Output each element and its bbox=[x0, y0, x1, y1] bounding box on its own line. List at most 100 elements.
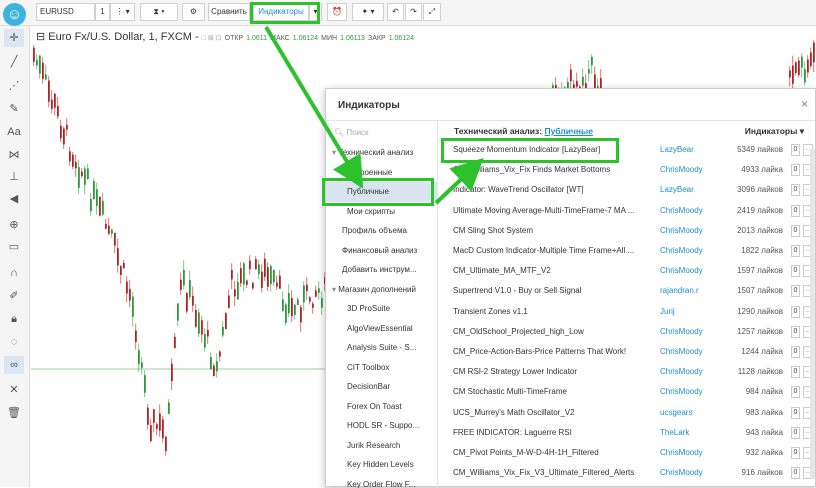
stay-drawing-icon[interactable]: ✐ bbox=[4, 287, 24, 305]
indicator-name[interactable]: Ultimate Moving Average-Multi-TimeFrame-… bbox=[453, 201, 645, 221]
add-count-button[interactable]: 0 bbox=[791, 467, 800, 479]
add-count-button[interactable]: 0 bbox=[791, 427, 800, 439]
add-count-button[interactable]: 0 bbox=[791, 346, 800, 358]
indicator-row[interactable]: UCS_Murrey's Math Oscillator_V2ucsgears9… bbox=[453, 403, 808, 423]
nav-item[interactable]: Forex On Toast bbox=[326, 397, 437, 417]
indicator-author[interactable]: ChrisMoody bbox=[660, 382, 720, 402]
add-count-button[interactable]: 0 bbox=[791, 205, 800, 217]
alert-icon[interactable]: ⏰ bbox=[327, 3, 347, 21]
tools-icon[interactable]: ✕ bbox=[4, 381, 24, 399]
indicator-author[interactable]: LazyBear bbox=[660, 140, 720, 160]
nav-item[interactable]: HODL SR - Suppo... bbox=[326, 416, 437, 436]
link-icon[interactable]: ∞ bbox=[4, 356, 24, 374]
indicator-author[interactable]: ChrisMoody bbox=[660, 241, 720, 261]
indicator-author[interactable]: ChrisMoody bbox=[660, 322, 720, 342]
fib-tool-icon[interactable]: ⋰ bbox=[4, 77, 24, 95]
indicator-name[interactable]: CM_Williams_Vix_Fix Finds Market Bottoms bbox=[453, 160, 645, 180]
add-count-button[interactable]: 0 bbox=[791, 386, 800, 398]
indicator-name[interactable]: CM_OldSchool_Projected_high_Low bbox=[453, 322, 645, 342]
indicator-author[interactable]: ChrisMoody bbox=[660, 221, 720, 241]
indicator-author[interactable]: rajandran.r bbox=[660, 281, 720, 301]
indicator-row[interactable]: CM_Williams_Vix_Fix_V3_Ultimate_Filtered… bbox=[453, 463, 808, 483]
indicator-author[interactable]: ChrisMoody bbox=[660, 443, 720, 463]
indicator-name[interactable]: CM Stochastic Multi-TimeFrame bbox=[453, 382, 645, 402]
trash-icon[interactable]: 🗑︎ bbox=[4, 404, 24, 422]
add-count-button[interactable]: 0 bbox=[791, 265, 800, 277]
text-tool-icon[interactable]: Aa bbox=[4, 123, 24, 141]
indicator-author[interactable]: ChrisMoody bbox=[660, 463, 720, 483]
prediction-icon[interactable]: ⊥ bbox=[4, 168, 24, 186]
indicator-row[interactable]: CM Sling Shot SystemChrisMoody2013 лайко… bbox=[453, 221, 808, 241]
indicator-name[interactable]: Indicator: WaveTrend Oscillator [WT] bbox=[453, 180, 645, 200]
lock-icon[interactable]: 🔒︎ bbox=[4, 310, 24, 328]
indicator-row[interactable]: CM Stochastic Multi-TimeFrameChrisMoody9… bbox=[453, 382, 808, 402]
indicator-name[interactable]: FREE INDICATOR: Laguerre RSI bbox=[453, 423, 645, 443]
redo-icon[interactable]: ↷ bbox=[405, 3, 422, 21]
indicator-name[interactable]: MacD Custom Indicator-Multiple Time Fram… bbox=[453, 241, 645, 261]
measure-icon[interactable]: ▭ bbox=[4, 238, 24, 256]
indicator-name[interactable]: CM_Williams_Vix_Fix_V3_Ultimate_Filtered… bbox=[453, 463, 645, 483]
nav-item[interactable]: ▾ Технический анализ bbox=[326, 143, 437, 163]
legend-collapse-icon[interactable]: ⊟ bbox=[36, 31, 45, 43]
indicator-row[interactable]: FREE INDICATOR: Laguerre RSITheLark943 л… bbox=[453, 423, 808, 443]
pattern-icon[interactable]: ⋈ bbox=[4, 146, 24, 164]
indicator-author[interactable]: ChrisMoody bbox=[660, 261, 720, 281]
zoom-icon[interactable]: ⊕ bbox=[4, 216, 24, 234]
indicator-row[interactable]: Transient Zones v1.1Jurij1290 лайков0... bbox=[453, 302, 808, 322]
brush-icon[interactable]: ✎ bbox=[4, 100, 24, 118]
add-count-button[interactable]: 0 bbox=[791, 144, 800, 156]
nav-item[interactable]: Профиль объема bbox=[326, 221, 437, 241]
close-icon[interactable]: × bbox=[801, 97, 808, 111]
add-count-button[interactable]: 0 bbox=[791, 306, 800, 318]
scrollbar[interactable] bbox=[810, 149, 815, 479]
indicator-author[interactable]: TheLark bbox=[660, 423, 720, 443]
indicator-name[interactable]: UCS_Murrey's Math Oscillator_V2 bbox=[453, 403, 645, 423]
gear-icon[interactable]: ⚙ bbox=[182, 3, 205, 21]
indicator-author[interactable]: ChrisMoody bbox=[660, 362, 720, 382]
add-count-button[interactable]: 0 bbox=[791, 447, 800, 459]
indicator-row[interactable]: CM_OldSchool_Projected_high_Low ChrisMood… bbox=[453, 322, 808, 342]
indicator-name[interactable]: CM_Price-Action-Bars-Price Patterns That… bbox=[453, 342, 645, 362]
hide-icon[interactable]: ◌ bbox=[4, 333, 24, 351]
indicator-author[interactable]: LazyBear bbox=[660, 180, 720, 200]
nav-item[interactable]: Финансовый анализ bbox=[326, 241, 437, 261]
indicator-row[interactable]: CM_Pivot Points_M-W-D-4H-1H_Filtered Chri… bbox=[453, 443, 808, 463]
indicator-row[interactable]: MacD Custom Indicator-Multiple Time Fram… bbox=[453, 241, 808, 261]
indicator-name[interactable]: CM_Ultimate_MA_MTF_V2 bbox=[453, 261, 645, 281]
indicator-author[interactable]: ChrisMoody bbox=[660, 342, 720, 362]
indicator-author[interactable]: ucsgears bbox=[660, 403, 720, 423]
indicator-row[interactable]: CM_Ultimate_MA_MTF_V2ChrisMoody1597 лайк… bbox=[453, 261, 808, 281]
add-count-button[interactable]: 0 bbox=[791, 366, 800, 378]
sort-dropdown[interactable]: Индикаторы ▾ bbox=[745, 126, 804, 137]
compare-button[interactable]: Сравнить bbox=[208, 3, 250, 21]
fullscreen-icon[interactable]: ⤢ bbox=[423, 3, 441, 21]
symbol-input[interactable]: EURUSD bbox=[36, 3, 95, 21]
indicator-name[interactable]: CM_Pivot Points_M-W-D-4H-1H_Filtered bbox=[453, 443, 645, 463]
magnet-icon[interactable]: ∩ bbox=[4, 264, 24, 282]
indicator-author[interactable]: ChrisMoody bbox=[660, 160, 720, 180]
interval-button[interactable]: 1 bbox=[95, 3, 110, 21]
indicator-row[interactable]: Supertrend V1.0 - Buy or Sell Signal raja… bbox=[453, 281, 808, 301]
indicator-name[interactable]: Supertrend V1.0 - Buy or Sell Signal bbox=[453, 281, 645, 301]
indicator-row[interactable]: Indicator: WaveTrend Oscillator [WT] Lazy… bbox=[453, 180, 808, 200]
chart-style-button[interactable]: ⧗ ▾ bbox=[140, 3, 178, 21]
idea-icon[interactable]: ✦ ▾ bbox=[352, 3, 384, 21]
nav-item[interactable]: AlgoViewEssential bbox=[326, 319, 437, 339]
add-count-button[interactable]: 0 bbox=[791, 164, 800, 176]
crosshair-icon[interactable]: ✛ bbox=[4, 29, 24, 47]
indicator-name[interactable]: CM RSI-2 Strategy Lower Indicator bbox=[453, 362, 645, 382]
indicator-name[interactable]: Transient Zones v1.1 bbox=[453, 302, 645, 322]
nav-item[interactable]: ▾ Магазин дополнений bbox=[326, 280, 437, 300]
nav-item[interactable]: Analysis Suite - S... bbox=[326, 338, 437, 358]
indicator-name[interactable]: CM Sling Shot System bbox=[453, 221, 645, 241]
add-count-button[interactable]: 0 bbox=[791, 225, 800, 237]
indicator-author[interactable]: ChrisMoody bbox=[660, 201, 720, 221]
add-count-button[interactable]: 0 bbox=[791, 245, 800, 257]
nav-item[interactable]: DecisionBar bbox=[326, 377, 437, 397]
add-count-button[interactable]: 0 bbox=[791, 326, 800, 338]
add-count-button[interactable]: 0 bbox=[791, 184, 800, 196]
line-tool-icon[interactable]: ╱ bbox=[4, 53, 24, 71]
indicator-row[interactable]: CM_Price-Action-Bars-Price Patterns That… bbox=[453, 342, 808, 362]
section-link[interactable]: Публичные bbox=[544, 126, 593, 136]
nav-item[interactable]: 3D ProSuite bbox=[326, 299, 437, 319]
